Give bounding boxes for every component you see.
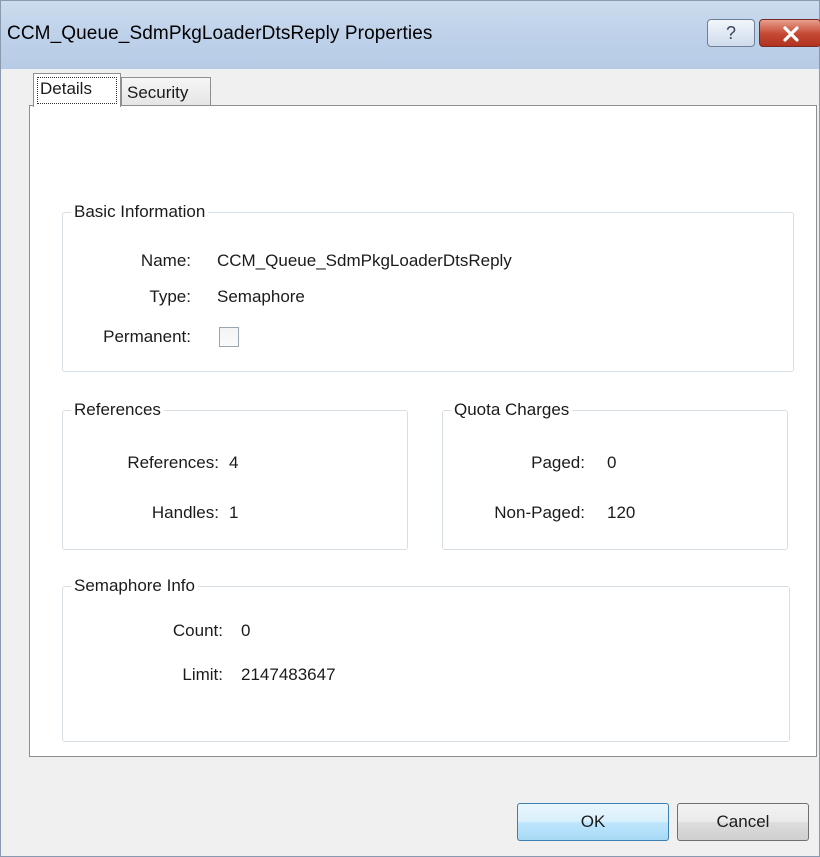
nonpaged-value: 120 xyxy=(607,503,636,522)
basic-information-group: Basic Information Name: CCM_Queue_SdmPkg… xyxy=(62,200,794,372)
permanent-checkbox[interactable] xyxy=(219,327,239,347)
type-value: Semaphore xyxy=(217,287,305,306)
semaphore-info-title: Semaphore Info xyxy=(71,574,198,598)
ok-button[interactable]: OK xyxy=(517,803,669,841)
references-label: References: xyxy=(127,453,219,472)
quota-charges-title: Quota Charges xyxy=(451,398,573,422)
semaphore-info-group: Semaphore Info Count: 0 Limit: 214748364… xyxy=(62,574,790,742)
name-label: Name: xyxy=(140,251,191,270)
title-bar[interactable]: CCM_Queue_SdmPkgLoaderDtsReply Propertie… xyxy=(1,1,820,69)
paged-value: 0 xyxy=(607,453,617,472)
handles-label: Handles: xyxy=(151,503,219,522)
references-group: References References: 4 Handles: 1 xyxy=(62,398,408,550)
type-label: Type: xyxy=(149,287,191,306)
quota-charges-group: Quota Charges Paged: 0 Non-Paged: 120 xyxy=(442,398,788,550)
dialog-body: Details Security Basic Information Name:… xyxy=(7,69,819,854)
window-title: CCM_Queue_SdmPkgLoaderDtsReply Propertie… xyxy=(7,23,433,44)
count-value: 0 xyxy=(241,621,251,640)
count-label: Count: xyxy=(172,621,223,640)
limit-label: Limit: xyxy=(182,665,223,684)
tab-details-label: Details xyxy=(40,79,92,98)
references-title: References xyxy=(71,398,164,422)
limit-value: 2147483647 xyxy=(241,665,336,684)
nonpaged-label: Non-Paged: xyxy=(494,503,585,522)
references-value: 4 xyxy=(229,453,239,472)
details-tab-page: Basic Information Name: CCM_Queue_SdmPkg… xyxy=(29,105,817,757)
close-button[interactable] xyxy=(759,19,820,47)
permanent-label: Permanent: xyxy=(103,327,191,346)
help-button[interactable]: ? xyxy=(707,19,755,47)
tab-security-label: Security xyxy=(127,83,189,102)
close-icon xyxy=(783,26,799,42)
basic-information-title: Basic Information xyxy=(71,200,209,224)
name-value: CCM_Queue_SdmPkgLoaderDtsReply xyxy=(217,251,512,270)
handles-value: 1 xyxy=(229,503,239,522)
paged-label: Paged: xyxy=(531,453,585,472)
tab-details[interactable]: Details xyxy=(33,73,121,107)
properties-dialog: CCM_Queue_SdmPkgLoaderDtsReply Propertie… xyxy=(0,0,820,857)
cancel-button[interactable]: Cancel xyxy=(677,803,809,841)
